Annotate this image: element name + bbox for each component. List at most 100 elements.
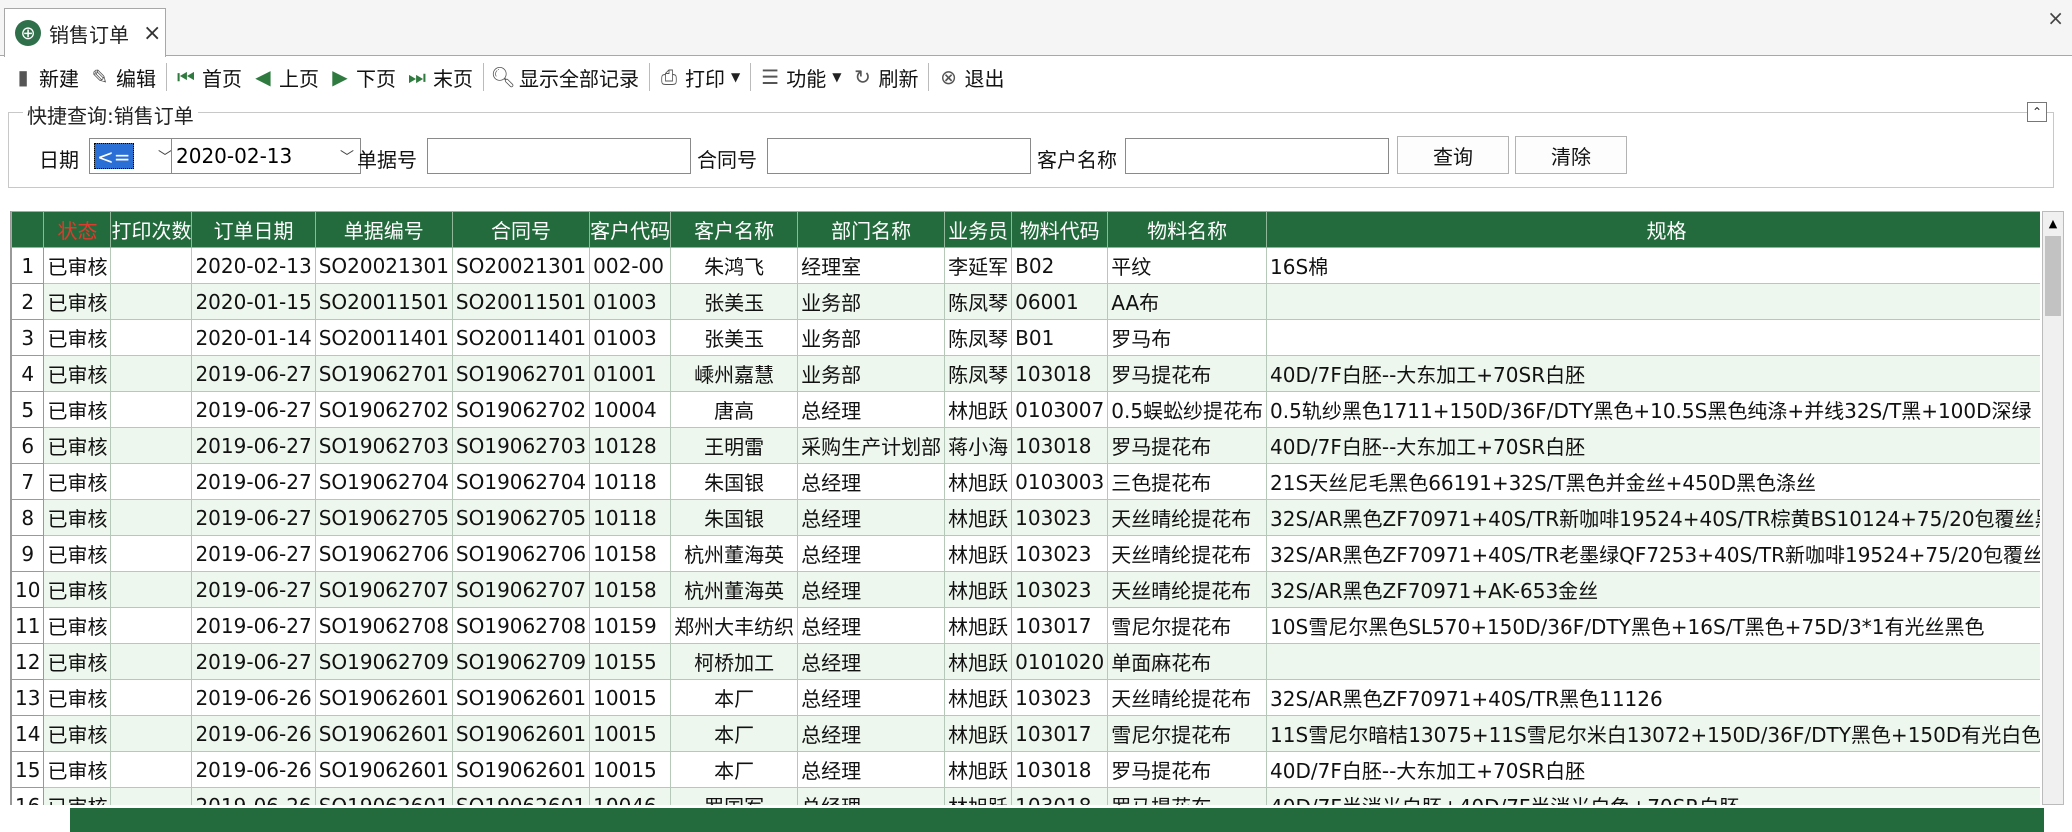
table-cell[interactable]: 陈凤琴 <box>944 283 1013 320</box>
column-header[interactable]: 状态 <box>43 211 112 248</box>
table-cell[interactable]: 2019-06-27 <box>191 571 316 608</box>
row-number[interactable]: 10 <box>11 571 45 608</box>
table-cell[interactable]: 天丝晴纶提花布 <box>1107 679 1268 716</box>
table-cell[interactable]: 林旭跃 <box>944 571 1013 608</box>
last-page-button[interactable]: ⏭ 末页 <box>402 59 479 95</box>
table-row[interactable]: 13 已审核 2019-06-26 SO19062601 SO19062601 10015… <box>11 679 2040 716</box>
table-cell[interactable] <box>110 751 193 788</box>
table-row[interactable]: 2 已审核 2020-01-15 SO20011501 SO20011501 01003 张… <box>11 283 2040 320</box>
column-header[interactable]: 物料名称 <box>1107 211 1268 248</box>
table-cell[interactable]: 0.5蜈蚣纱提花布 <box>1107 391 1268 428</box>
table-cell[interactable]: SO19062601 <box>451 679 591 716</box>
table-cell[interactable]: SO19062601 <box>314 787 453 805</box>
table-cell[interactable]: 103018 <box>1011 787 1109 805</box>
table-cell[interactable]: 103023 <box>1011 571 1109 608</box>
new-button[interactable]: ▮ 新建 <box>8 59 85 95</box>
table-cell[interactable]: 已审核 <box>43 283 112 320</box>
table-row[interactable]: 15 已审核 2019-06-26 SO19062601 SO19062601 10015… <box>11 751 2040 788</box>
table-cell[interactable]: 2019-06-27 <box>191 643 316 680</box>
tab-close-icon[interactable]: × <box>143 21 161 46</box>
table-cell[interactable] <box>110 679 193 716</box>
table-cell[interactable]: B02 <box>1011 247 1109 284</box>
prev-page-button[interactable]: ◀ 上页 <box>248 59 325 95</box>
first-page-button[interactable]: ⏮ 首页 <box>171 59 248 95</box>
table-cell[interactable]: 0103003 <box>1011 463 1109 500</box>
table-cell[interactable]: 10004 <box>589 391 672 428</box>
table-cell[interactable]: 罗马提花布 <box>1107 787 1268 805</box>
table-cell[interactable]: 2020-01-15 <box>191 283 316 320</box>
table-cell[interactable]: 40D/7F半消光白胚+40D/7F半消光白色+70SR白胚 <box>1266 787 2040 805</box>
table-cell[interactable]: 2020-02-13 <box>191 247 316 284</box>
table-cell[interactable]: 103017 <box>1011 607 1109 644</box>
row-number[interactable]: 1 <box>11 247 45 284</box>
table-cell[interactable]: 林旭跃 <box>944 679 1013 716</box>
table-cell[interactable]: 2019-06-26 <box>191 679 316 716</box>
table-cell[interactable]: 01003 <box>589 319 672 356</box>
table-cell[interactable]: 10155 <box>589 643 672 680</box>
doc-no-input[interactable] <box>427 138 691 174</box>
table-cell[interactable]: SO19062601 <box>451 751 591 788</box>
table-cell[interactable]: 林旭跃 <box>944 787 1013 805</box>
table-cell[interactable]: 已审核 <box>43 751 112 788</box>
column-header[interactable]: 业务员 <box>944 211 1013 248</box>
table-cell[interactable] <box>110 571 193 608</box>
table-cell[interactable]: 10128 <box>589 427 672 464</box>
tab-sales-order[interactable]: ⊕ 销售订单 × <box>4 8 166 57</box>
table-cell[interactable]: 总经理 <box>797 751 946 788</box>
table-cell[interactable] <box>110 787 193 805</box>
table-cell[interactable]: 朱国银 <box>670 463 799 500</box>
table-cell[interactable]: 32S/AR黑色ZF70971+40S/TR新咖啡19524+40S/TR棕黄B… <box>1266 499 2040 536</box>
table-row[interactable]: 14 已审核 2019-06-26 SO19062601 SO19062601 10015… <box>11 715 2040 752</box>
table-cell[interactable]: 103018 <box>1011 427 1109 464</box>
table-cell[interactable]: 本厂 <box>670 751 799 788</box>
row-number[interactable]: 16 <box>11 787 45 805</box>
row-number[interactable]: 11 <box>11 607 45 644</box>
table-cell[interactable] <box>110 319 193 356</box>
function-button[interactable]: ☰ 功能 ▼ <box>755 59 847 95</box>
table-cell[interactable]: 陈凤琴 <box>944 355 1013 392</box>
table-cell[interactable]: 罗马提花布 <box>1107 427 1268 464</box>
table-cell[interactable]: SO19062705 <box>451 499 591 536</box>
table-cell[interactable]: SO19062703 <box>451 427 591 464</box>
table-cell[interactable]: 朱鸿飞 <box>670 247 799 284</box>
table-cell[interactable] <box>110 643 193 680</box>
row-number[interactable]: 7 <box>11 463 45 500</box>
table-cell[interactable]: 陈凤琴 <box>944 319 1013 356</box>
table-cell[interactable]: 0103007 <box>1011 391 1109 428</box>
table-cell[interactable]: 10118 <box>589 499 672 536</box>
table-cell[interactable]: 10158 <box>589 535 672 572</box>
table-cell[interactable]: AA布 <box>1107 283 1268 320</box>
table-cell[interactable]: 总经理 <box>797 715 946 752</box>
scroll-thumb[interactable] <box>2045 236 2061 316</box>
table-cell[interactable]: 罗国军 <box>670 787 799 805</box>
table-cell[interactable]: 朱国银 <box>670 499 799 536</box>
table-cell[interactable]: 2019-06-27 <box>191 607 316 644</box>
table-cell[interactable]: 总经理 <box>797 499 946 536</box>
row-number[interactable]: 4 <box>11 355 45 392</box>
row-number[interactable]: 9 <box>11 535 45 572</box>
table-cell[interactable]: SO19062601 <box>451 787 591 805</box>
table-cell[interactable]: 已审核 <box>43 787 112 805</box>
table-cell[interactable]: 林旭跃 <box>944 391 1013 428</box>
table-cell[interactable]: 10S雪尼尔黑色SL570+150D/36F/DTY黑色+16S/T黑色+75D… <box>1266 607 2040 644</box>
column-header[interactable]: 订单日期 <box>191 211 316 248</box>
table-cell[interactable]: 10015 <box>589 715 672 752</box>
table-cell[interactable] <box>110 427 193 464</box>
table-cell[interactable]: 林旭跃 <box>944 463 1013 500</box>
table-row[interactable]: 16已审核2019-06-26SO19062601SO1906260110046… <box>11 787 2040 805</box>
table-cell[interactable] <box>110 283 193 320</box>
table-cell[interactable]: 103018 <box>1011 751 1109 788</box>
table-cell[interactable]: 已审核 <box>43 679 112 716</box>
print-button[interactable]: ⎙ 打印 ▼ <box>654 59 746 95</box>
table-cell[interactable]: 单面麻花布 <box>1107 643 1268 680</box>
row-number[interactable]: 14 <box>11 715 45 752</box>
table-cell[interactable]: 0.5轨纱黑色1711+150D/36F/DTY黑色+10.5S黑色纯涤+并线3… <box>1266 391 2040 428</box>
table-row[interactable]: 8 已审核 2019-06-27 SO19062705 SO19062705 10118 朱… <box>11 499 2040 536</box>
table-cell[interactable]: 罗马布 <box>1107 319 1268 356</box>
table-cell[interactable]: 2019-06-27 <box>191 499 316 536</box>
table-cell[interactable]: 林旭跃 <box>944 751 1013 788</box>
table-cell[interactable]: 2019-06-27 <box>191 427 316 464</box>
column-header[interactable]: 客户名称 <box>670 211 799 248</box>
table-cell[interactable]: 2019-06-27 <box>191 535 316 572</box>
table-cell[interactable]: SO19062702 <box>314 391 453 428</box>
